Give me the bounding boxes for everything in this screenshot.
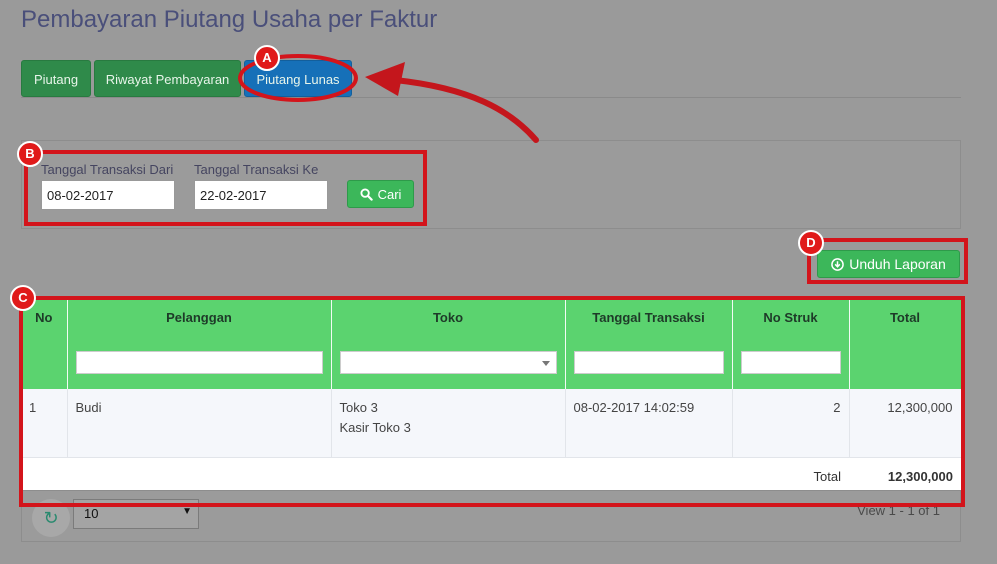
annotation-box-c [19, 296, 965, 507]
annotation-box-b [24, 150, 427, 226]
annotation-arrow-shaft [392, 77, 539, 143]
annotation-marker-a: A [254, 45, 280, 71]
annotation-marker-b: B [17, 141, 43, 167]
annotation-box-d [807, 238, 968, 284]
annotation-marker-d: D [798, 230, 824, 256]
annotation-marker-c: C [10, 285, 36, 311]
annotation-arrow-head [365, 62, 405, 96]
